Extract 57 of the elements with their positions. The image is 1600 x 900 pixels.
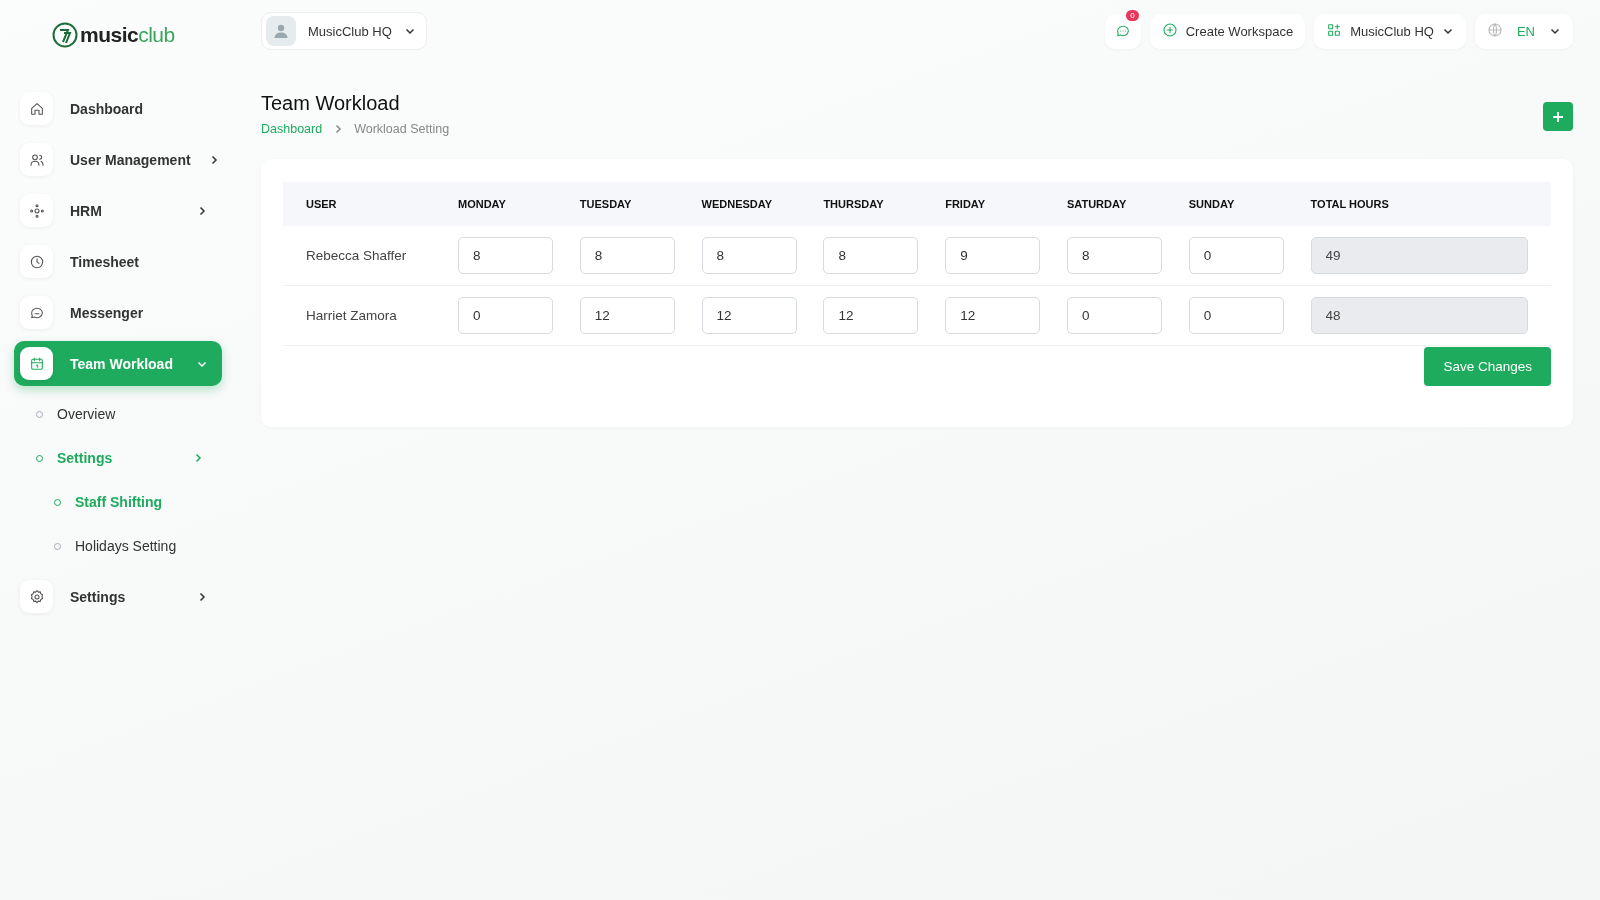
apps-icon: [1326, 21, 1343, 38]
home-icon: [28, 100, 45, 117]
hours-input[interactable]: 0: [1188, 237, 1284, 274]
submenu-item[interactable]: Overview: [14, 392, 222, 436]
user-avatar-icon: [273, 23, 289, 39]
create-workspace-button[interactable]: Create Workspace: [1149, 13, 1306, 49]
column-header: TUESDAY: [557, 182, 680, 226]
plus-icon: [1552, 110, 1564, 123]
column-header: THURSDAY: [801, 182, 924, 226]
hours-input[interactable]: 12: [579, 297, 675, 334]
users-icon: [28, 151, 45, 168]
clock-icon: [28, 253, 45, 270]
sidebar-item[interactable]: HRM: [14, 188, 222, 233]
hours-input[interactable]: 12: [701, 297, 797, 334]
hours-input[interactable]: 8: [1067, 237, 1162, 274]
hours-input[interactable]: 0: [1067, 297, 1162, 334]
logo-text: musicclub: [80, 23, 175, 47]
column-header: MONDAY: [436, 182, 558, 226]
hours-input[interactable]: 0: [1188, 297, 1284, 334]
plus-circle-icon: [1161, 21, 1178, 38]
logo-icon: [52, 22, 78, 48]
hours-input[interactable]: 8: [823, 237, 919, 274]
hours-input[interactable]: 8: [458, 237, 553, 274]
add-button[interactable]: [1543, 102, 1573, 131]
submenu-item[interactable]: Holidays Setting: [14, 524, 222, 568]
column-header: SUNDAY: [1166, 182, 1289, 226]
workspace-menu[interactable]: MusicClub HQ: [1314, 13, 1466, 49]
user-name: Rebecca Shaffer: [283, 226, 436, 286]
chat-icon: [1114, 23, 1131, 39]
hours-input[interactable]: 8: [701, 237, 797, 274]
page-title: Team Workload: [261, 92, 401, 115]
column-header: USER: [283, 182, 436, 226]
total-hours-field[interactable]: 48: [1310, 297, 1528, 334]
breadcrumb-current: Workload Setting: [354, 122, 450, 136]
hours-input[interactable]: 9: [945, 237, 1041, 274]
gear-icon: [28, 588, 45, 605]
notification-badge: 0: [1126, 9, 1139, 21]
hours-input[interactable]: 12: [945, 297, 1041, 334]
globe-icon: [1486, 21, 1503, 38]
column-header: FRIDAY: [923, 182, 1045, 226]
column-header: TOTAL HOURS: [1288, 182, 1551, 226]
hours-input[interactable]: 12: [823, 297, 919, 334]
sidebar-item[interactable]: Dashboard: [14, 86, 222, 131]
sidebar-item[interactable]: Timesheet: [14, 239, 222, 284]
sidebar-item[interactable]: Settings: [14, 574, 222, 619]
hours-input[interactable]: 8: [579, 237, 675, 274]
column-header: SATURDAY: [1045, 182, 1167, 226]
network-icon: [28, 202, 45, 219]
workspace-dropdown[interactable]: MusicClub HQ: [261, 12, 427, 50]
total-hours-field[interactable]: 49: [1310, 237, 1528, 274]
hours-input[interactable]: 0: [458, 297, 553, 334]
calendar-icon: [28, 355, 45, 372]
sidebar-item[interactable]: Messenger: [14, 290, 222, 335]
user-name: Harriet Zamora: [283, 285, 436, 346]
sidebar-item[interactable]: User Management: [14, 137, 222, 182]
messages-button[interactable]: 0: [1104, 13, 1141, 49]
column-header: WEDNESDAY: [679, 182, 802, 226]
